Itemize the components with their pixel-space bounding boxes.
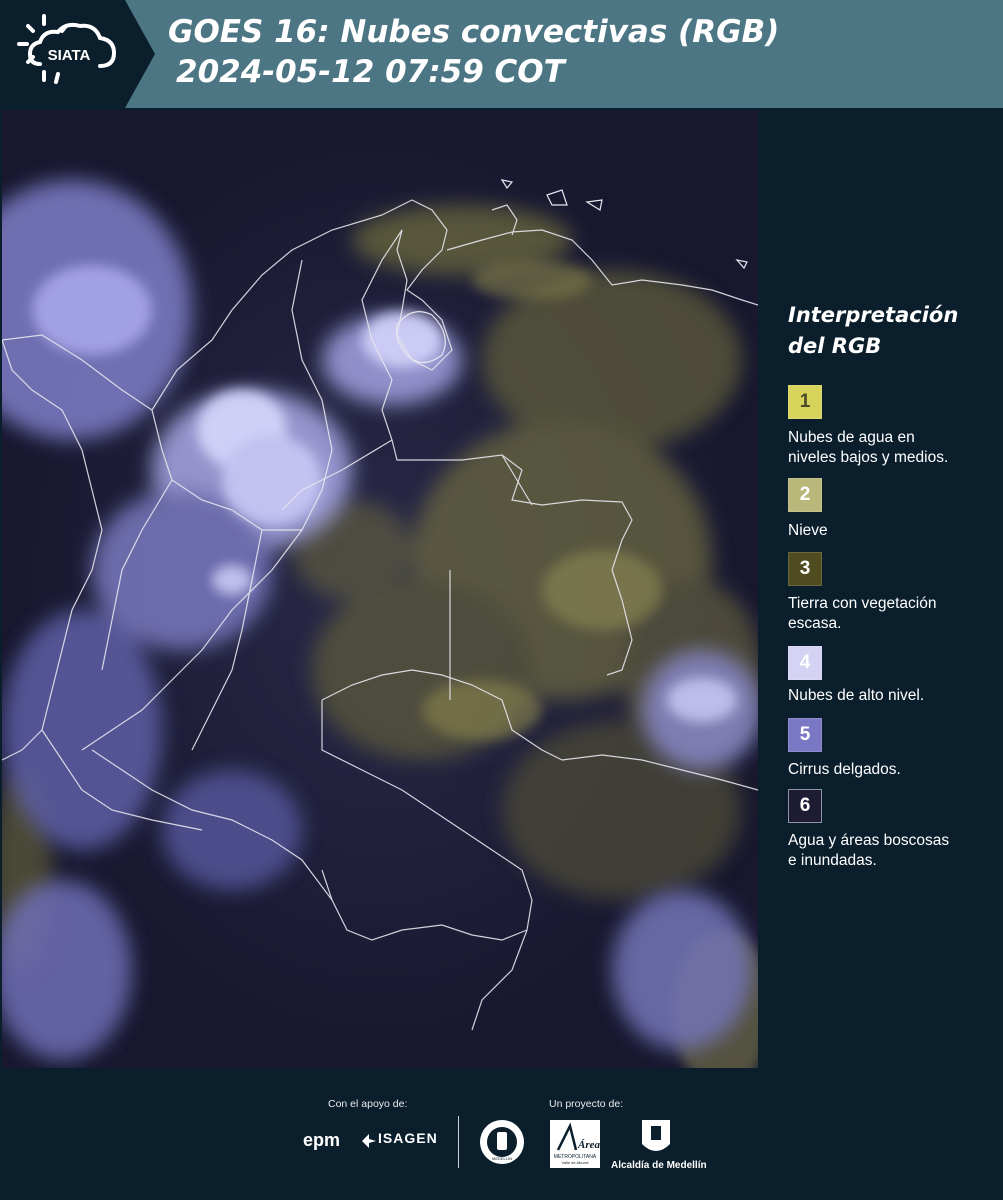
legend-label-6: Agua y áreas boscosas e inundadas. <box>788 832 950 869</box>
legend-panel: Interpretación del RGB 1 Nubes de agua e… <box>758 108 1003 1068</box>
legend-label-4: Nubes de alto nivel. <box>788 687 925 704</box>
isagen-logo: ISAGEN <box>378 1130 438 1146</box>
legend-swatch-1: 1 <box>788 385 822 419</box>
footer-divider <box>458 1116 459 1168</box>
legend-label-1: Nubes de agua en niveles bajos y medios. <box>788 429 949 466</box>
page-timestamp: 2024-05-12 07:59 COT <box>176 54 565 90</box>
page-title: GOES 16: Nubes convectivas (RGB) <box>168 14 780 50</box>
legend-label-3: Tierra con vegetación escasa. <box>788 595 937 632</box>
area-metropolitana-logo: Área METROPOLITANA Valle de Aburrá <box>550 1120 600 1168</box>
support-label: Con el apoyo de: <box>328 1098 408 1110</box>
legend-label-5: Cirrus delgados. <box>788 761 901 778</box>
header-bar: SIATA GOES 16: Nubes convectivas (RGB) 2… <box>0 0 1003 108</box>
epm-logo: epm <box>303 1130 341 1150</box>
medellin-seal-icon: MEDELLÍN <box>480 1120 524 1164</box>
legend-swatch-2: 2 <box>788 478 822 512</box>
legend-swatch-5: 5 <box>788 718 822 752</box>
satellite-image <box>2 110 758 1068</box>
legend-swatch-6: 6 <box>788 789 822 823</box>
legend-title: Interpretación del RGB <box>788 303 959 358</box>
legend-swatch-3: 3 <box>788 552 822 586</box>
alcaldia-label: Alcaldía de Medellín <box>611 1160 707 1171</box>
svg-text:Valle de Aburrá: Valle de Aburrá <box>561 1160 589 1165</box>
alcaldia-shield-icon <box>642 1120 670 1151</box>
isagen-icon <box>362 1134 376 1148</box>
legend-swatch-4: 4 <box>788 646 822 680</box>
svg-text:Área: Área <box>577 1139 600 1151</box>
svg-text:SIATA: SIATA <box>48 47 91 64</box>
siata-logo: SIATA <box>0 0 155 108</box>
footer: Con el apoyo de: Un proyecto de: epm ISA… <box>0 1068 1003 1200</box>
project-label: Un proyecto de: <box>549 1098 624 1110</box>
svg-text:MEDELLÍN: MEDELLÍN <box>492 1156 512 1161</box>
legend-label-2: Nieve <box>788 522 828 539</box>
